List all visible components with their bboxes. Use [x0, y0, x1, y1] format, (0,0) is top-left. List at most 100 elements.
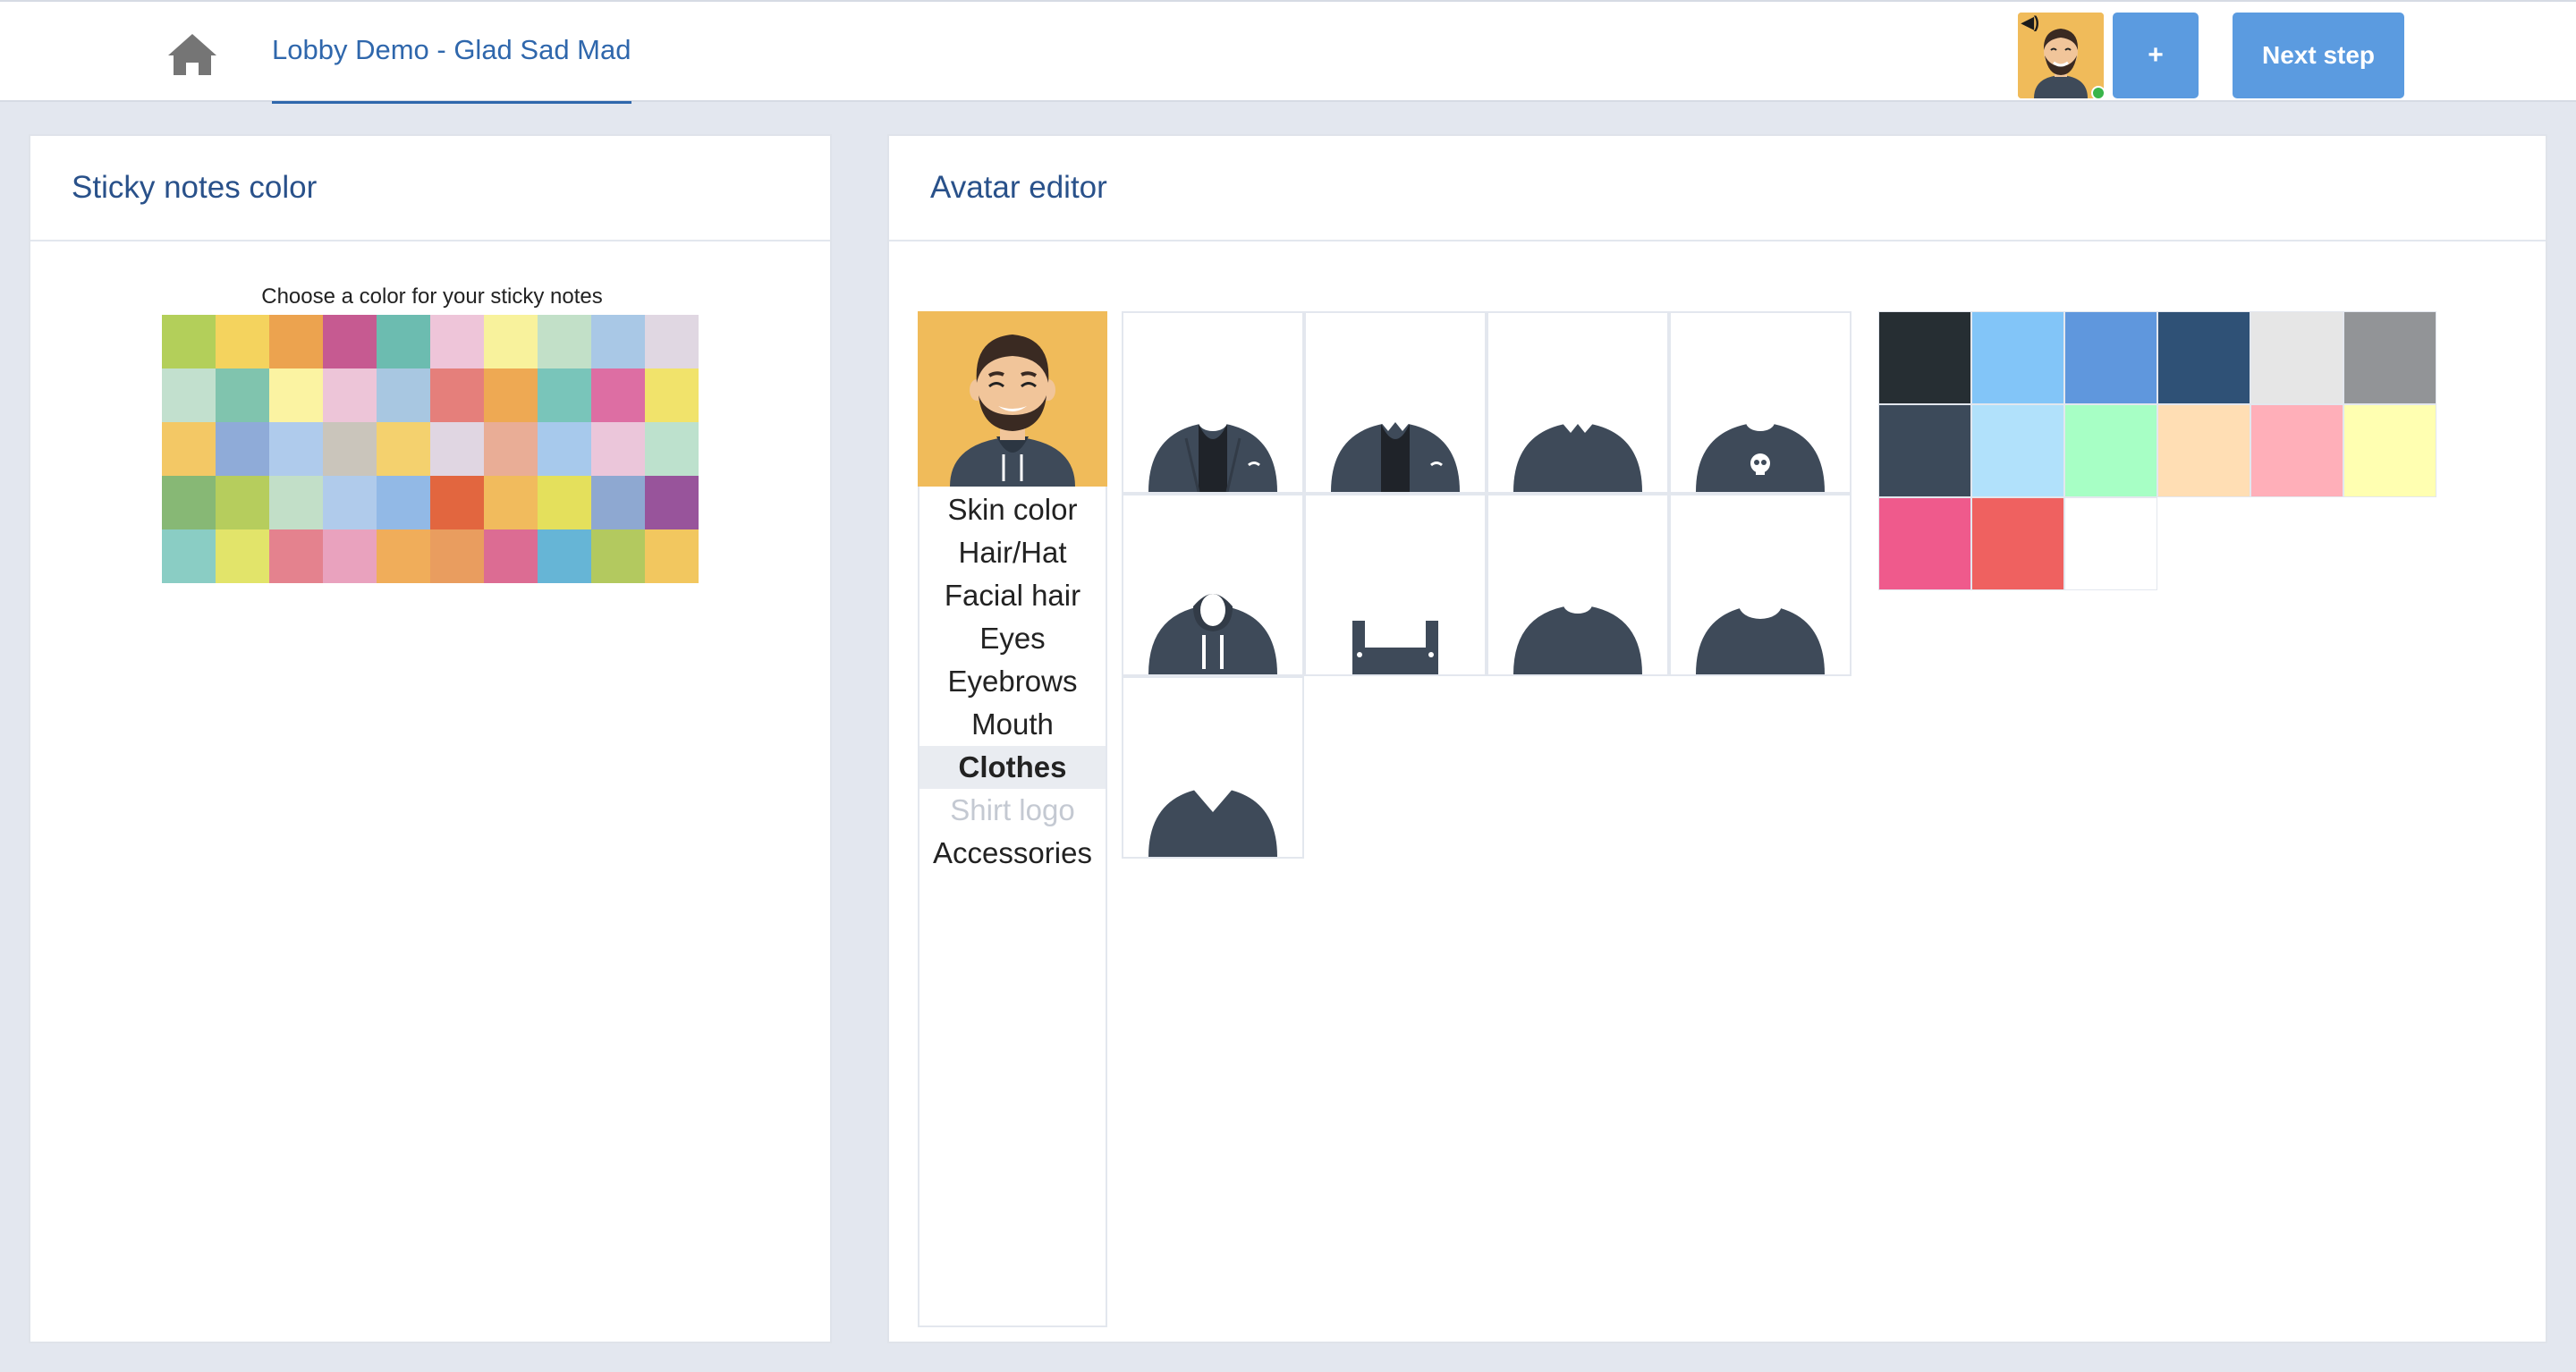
sticky-notes-caption: Choose a color for your sticky notes	[261, 284, 603, 309]
sticky-color-swatch[interactable]	[269, 529, 323, 583]
clothes-option-overall[interactable]	[1304, 494, 1487, 676]
sticky-color-swatch[interactable]	[430, 476, 484, 529]
category-item-shirt-logo: Shirt logo	[950, 793, 1075, 826]
sticky-color-swatch[interactable]	[645, 368, 699, 422]
clothes-option-blazer-shirt[interactable]	[1122, 311, 1304, 494]
category-item-eyebrows[interactable]: Eyebrows	[919, 660, 1106, 703]
sticky-color-swatch[interactable]	[216, 315, 269, 368]
sticky-color-swatch[interactable]	[430, 529, 484, 583]
clothes-color-swatch[interactable]	[2064, 311, 2157, 404]
sticky-color-swatch[interactable]	[162, 476, 216, 529]
clothes-option-graphic-shirt[interactable]	[1669, 311, 1852, 494]
clothes-color-swatch[interactable]	[2250, 404, 2343, 497]
clothes-color-swatch[interactable]	[1971, 404, 2064, 497]
scoop-neck-icon	[1696, 590, 1825, 674]
category-item-skin-color[interactable]: Skin color	[919, 488, 1106, 531]
clothes-color-swatch[interactable]	[1971, 497, 2064, 590]
clothes-option-crew-neck[interactable]	[1487, 494, 1669, 676]
sticky-color-swatch[interactable]	[377, 368, 430, 422]
lobby-title-tab[interactable]: Lobby Demo - Glad Sad Mad	[272, 34, 631, 104]
category-item-facial-hair[interactable]: Facial hair	[919, 574, 1106, 617]
sticky-color-swatch[interactable]	[323, 368, 377, 422]
clothes-color-swatch[interactable]	[2157, 404, 2250, 497]
sticky-color-swatch[interactable]	[216, 529, 269, 583]
sticky-color-swatch[interactable]	[323, 476, 377, 529]
sticky-color-swatch[interactable]	[377, 476, 430, 529]
sticky-color-swatch[interactable]	[269, 476, 323, 529]
sticky-color-swatch[interactable]	[645, 422, 699, 476]
sticky-color-swatch[interactable]	[645, 315, 699, 368]
sticky-color-swatch[interactable]	[484, 529, 538, 583]
sticky-color-swatch[interactable]	[538, 476, 591, 529]
sticky-color-swatch[interactable]	[591, 529, 645, 583]
sticky-color-swatch[interactable]	[269, 368, 323, 422]
sticky-color-swatch[interactable]	[216, 476, 269, 529]
blazer-shirt-icon	[1148, 413, 1277, 492]
sticky-color-swatch[interactable]	[162, 368, 216, 422]
clothes-option-scoop-neck[interactable]	[1669, 494, 1852, 676]
sticky-color-swatch[interactable]	[377, 422, 430, 476]
clothes-color-swatch[interactable]	[1878, 497, 1971, 590]
sticky-notes-panel: Sticky notes color Choose a color for yo…	[29, 134, 832, 1343]
avatar-editor-panel: Avatar editor Skin color Hair/Hat Facial h…	[887, 134, 2547, 1343]
next-step-button[interactable]: Next step	[2233, 13, 2404, 98]
sticky-color-swatch[interactable]	[484, 422, 538, 476]
sticky-color-swatch[interactable]	[377, 315, 430, 368]
clothes-color-swatch[interactable]	[2157, 311, 2250, 404]
sticky-color-swatch[interactable]	[538, 529, 591, 583]
sticky-color-swatch[interactable]	[377, 529, 430, 583]
category-item-hair-hat[interactable]: Hair/Hat	[919, 531, 1106, 574]
clothes-option-blazer-sweater[interactable]	[1304, 311, 1487, 494]
sticky-color-swatch[interactable]	[162, 315, 216, 368]
sticky-color-swatch[interactable]	[323, 315, 377, 368]
sticky-color-swatch[interactable]	[269, 422, 323, 476]
clothes-color-swatch[interactable]	[2064, 497, 2157, 590]
sticky-color-swatch[interactable]	[591, 422, 645, 476]
category-list: Skin color Hair/Hat Facial hair Eyes Eyebrow…	[919, 488, 1106, 875]
clothes-color-swatch[interactable]	[1971, 311, 2064, 404]
sticky-color-swatch[interactable]	[484, 368, 538, 422]
sticky-color-swatch[interactable]	[323, 422, 377, 476]
v-neck-icon	[1148, 787, 1277, 857]
category-item-eyes[interactable]: Eyes	[919, 617, 1106, 660]
category-item-clothes[interactable]: Clothes	[919, 746, 1106, 789]
collar-shirt-icon	[1513, 420, 1642, 492]
sticky-color-swatch[interactable]	[430, 315, 484, 368]
category-item-mouth[interactable]: Mouth	[919, 703, 1106, 746]
add-button[interactable]: +	[2113, 13, 2199, 98]
overall-icon	[1352, 621, 1438, 674]
sticky-color-swatch[interactable]	[269, 315, 323, 368]
sticky-color-swatch[interactable]	[591, 476, 645, 529]
sticky-color-swatch[interactable]	[162, 422, 216, 476]
clothes-option-hoodie[interactable]	[1122, 494, 1304, 676]
home-icon[interactable]	[166, 32, 218, 77]
clothes-color-swatch[interactable]	[2343, 404, 2436, 497]
sticky-color-swatch[interactable]	[216, 368, 269, 422]
sticky-color-swatch[interactable]	[430, 368, 484, 422]
sticky-color-swatch[interactable]	[591, 368, 645, 422]
sticky-color-swatch[interactable]	[216, 422, 269, 476]
clothes-option-collar-shirt[interactable]	[1487, 311, 1669, 494]
sticky-color-swatch[interactable]	[162, 529, 216, 583]
crew-neck-icon	[1513, 596, 1642, 674]
online-status-dot	[2091, 86, 2106, 100]
clothes-color-swatch[interactable]	[1878, 404, 1971, 497]
sticky-color-swatch[interactable]	[645, 476, 699, 529]
avatar-editor-title: Avatar editor	[889, 136, 2546, 241]
sticky-color-swatch[interactable]	[430, 422, 484, 476]
clothes-color-swatch[interactable]	[2250, 311, 2343, 404]
sticky-color-swatch[interactable]	[484, 315, 538, 368]
clothes-option-v-neck[interactable]	[1122, 676, 1304, 859]
sticky-color-swatch[interactable]	[323, 529, 377, 583]
sticky-color-swatch[interactable]	[538, 315, 591, 368]
sticky-color-swatch[interactable]	[484, 476, 538, 529]
top-navigation-bar: Lobby Demo - Glad Sad Mad ◀) + Next step	[0, 0, 2576, 104]
sticky-color-swatch[interactable]	[538, 368, 591, 422]
clothes-color-swatch[interactable]	[2343, 311, 2436, 404]
clothes-color-swatch[interactable]	[2064, 404, 2157, 497]
category-item-accessories[interactable]: Accessories	[919, 832, 1106, 875]
sticky-color-swatch[interactable]	[645, 529, 699, 583]
clothes-color-swatch[interactable]	[1878, 311, 1971, 404]
sticky-color-swatch[interactable]	[538, 422, 591, 476]
sticky-color-swatch[interactable]	[591, 315, 645, 368]
